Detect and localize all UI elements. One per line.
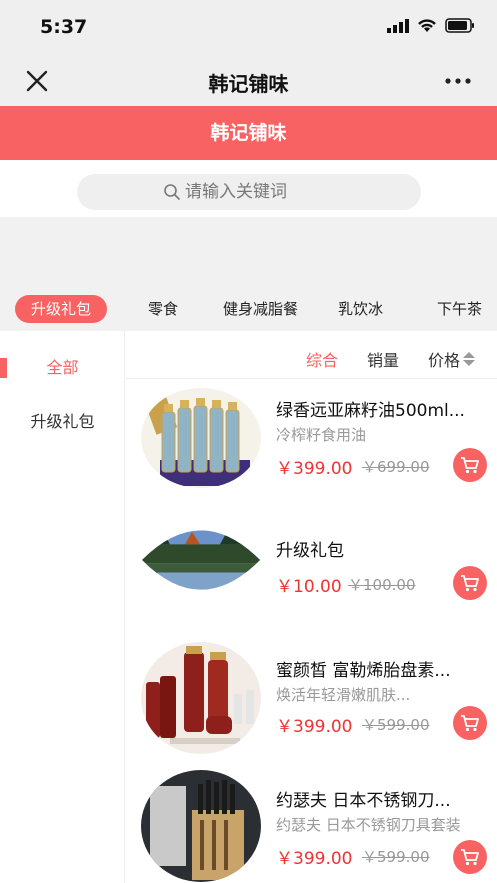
- search-bar: [0, 160, 497, 217]
- product-card[interactable]: 蜜颜皙 富勒烯胎盘素... 焕活年轻滑嫩肌肤... ￥399.00 ￥599.0…: [126, 640, 497, 760]
- add-to-cart-button[interactable]: [453, 706, 487, 740]
- status-time: 5:37: [40, 16, 88, 38]
- product-price: ￥399.00: [276, 717, 353, 737]
- nav-bar: 韩记铺味: [0, 56, 497, 106]
- sidebar-item-upgrade-gift[interactable]: 升级礼包: [0, 402, 125, 442]
- product-card[interactable]: 升级礼包 ￥10.00 ￥100.00: [126, 500, 497, 620]
- sort-comprehensive[interactable]: 综合: [306, 347, 338, 371]
- sort-arrows-icon[interactable]: [462, 351, 476, 367]
- product-old-price: ￥100.00: [348, 576, 416, 594]
- product-title: 绿香远亚麻籽油500ml...: [276, 401, 465, 421]
- tab-dairy-ice[interactable]: 乳饮冰: [338, 295, 383, 323]
- search-box[interactable]: [77, 174, 421, 210]
- cart-icon: [461, 849, 479, 866]
- product-price: ￥399.00: [276, 459, 353, 479]
- category-tabs: 升级礼包 零食 健身减脂餐 乳饮冰 下午茶: [0, 287, 497, 331]
- product-card[interactable]: 约瑟夫 日本不锈钢刀... 约瑟夫 日本不锈钢刀具套装 ￥399.00 ￥599…: [126, 770, 497, 883]
- product-subtitle: 冷榨籽食用油: [276, 426, 367, 444]
- search-input[interactable]: [185, 182, 335, 202]
- tab-snacks[interactable]: 零食: [148, 295, 178, 323]
- product-old-price: ￥599.00: [362, 848, 430, 866]
- sidebar-item-all[interactable]: 全部: [0, 348, 125, 388]
- sidebar: 全部 升级礼包: [0, 331, 125, 883]
- sort-sales[interactable]: 销量: [367, 347, 399, 371]
- add-to-cart-button[interactable]: [453, 448, 487, 482]
- battery-icon: [445, 18, 474, 33]
- sort-price[interactable]: 价格: [428, 347, 460, 371]
- product-price: ￥10.00: [276, 577, 342, 597]
- product-title: 升级礼包: [276, 541, 344, 561]
- product-title: 蜜颜皙 富勒烯胎盘素...: [276, 661, 451, 681]
- tab-afternoon-tea[interactable]: 下午茶: [437, 295, 482, 323]
- status-bar: 5:37: [0, 0, 497, 56]
- product-image-knife-set: [141, 770, 261, 882]
- product-image-linseed-oil: [141, 388, 261, 488]
- shop-header: 韩记铺味: [0, 106, 497, 160]
- wifi-icon: [418, 19, 436, 32]
- product-title: 约瑟夫 日本不锈钢刀...: [276, 791, 451, 811]
- product-price: ￥399.00: [276, 849, 353, 869]
- product-old-price: ￥699.00: [362, 458, 430, 476]
- add-to-cart-button[interactable]: [453, 840, 487, 874]
- nav-title: 韩记铺味: [208, 72, 289, 96]
- search-icon: [164, 184, 180, 200]
- status-icons: [387, 18, 475, 33]
- banner-area: [0, 217, 497, 287]
- tab-fitness-meal[interactable]: 健身减脂餐: [223, 295, 298, 323]
- product-image-skincare-set: [141, 642, 261, 754]
- signal-icon: [387, 18, 409, 33]
- product-card[interactable]: 绿香远亚麻籽油500ml... 冷榨籽食用油 ￥399.00 ￥699.00: [126, 380, 497, 500]
- product-old-price: ￥599.00: [362, 716, 430, 734]
- product-subtitle: 焕活年轻滑嫩肌肤...: [276, 686, 411, 704]
- cart-icon: [461, 457, 479, 474]
- cart-icon: [461, 715, 479, 732]
- product-image-upgrade-gift: [142, 530, 260, 590]
- tab-upgrade-gift[interactable]: 升级礼包: [15, 295, 108, 323]
- product-subtitle: 约瑟夫 日本不锈钢刀具套装: [276, 816, 461, 834]
- cart-icon: [461, 575, 479, 592]
- add-to-cart-button[interactable]: [453, 566, 487, 600]
- sort-bar: 综合 销量 价格: [126, 331, 497, 379]
- more-icon[interactable]: [443, 70, 473, 92]
